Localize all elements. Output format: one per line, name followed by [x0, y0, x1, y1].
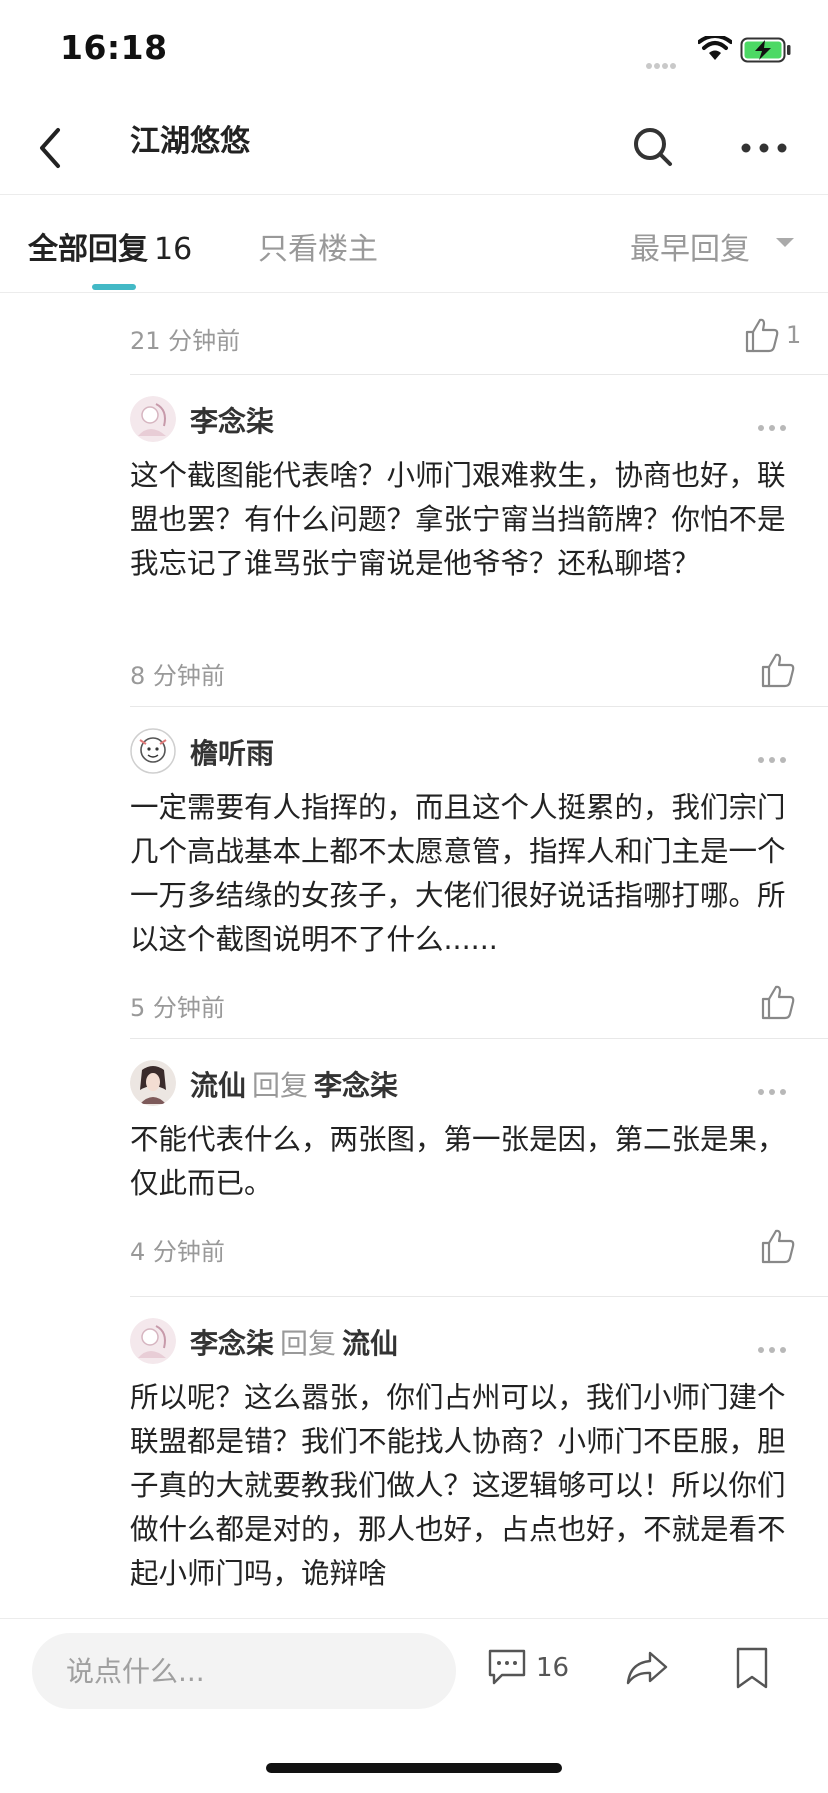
tab-owner-only[interactable]: 只看楼主 [258, 224, 378, 268]
comment-author[interactable]: 流仙 [190, 1069, 246, 1102]
nav-bar: 江湖悠悠 [0, 100, 828, 194]
comment-header: 李念柒 [190, 400, 274, 440]
comment-bubble-icon [488, 1649, 526, 1685]
comment-item: 檐听雨 一定需要有人指挥的，而且这个人挺累的，我们宗门几个高战基本上都不太愿意管… [130, 728, 828, 1028]
thumbs-up-icon[interactable] [742, 315, 782, 355]
tab-all-replies[interactable]: 全部回复 16 [28, 224, 192, 268]
comment-header: 檐听雨 [190, 732, 274, 772]
like-count: 1 [786, 321, 802, 349]
more-options-icon[interactable] [736, 122, 792, 172]
reply-label: 回复 [280, 1327, 337, 1360]
tab-all-replies-count: 16 [154, 232, 193, 267]
cellular-signal-icon [646, 54, 686, 69]
comment-input[interactable] [32, 1633, 456, 1709]
avatar[interactable] [130, 728, 176, 774]
thumbs-up-icon[interactable] [758, 982, 798, 1022]
page-title: 江湖悠悠 [130, 124, 250, 159]
reply-target[interactable]: 李念柒 [314, 1069, 398, 1102]
comment-author[interactable]: 李念柒 [190, 1327, 274, 1360]
wifi-icon [698, 36, 732, 60]
comment-time: 21 分钟前 [130, 327, 241, 355]
sort-dropdown[interactable]: 最早回复 [630, 224, 750, 268]
comment-list[interactable]: 21 分钟前 1 李念柒 这个截图能代表啥？小师门艰难救生，协商也好，联盟也罢？… [0, 293, 828, 1618]
divider [130, 706, 828, 707]
chevron-down-icon[interactable] [776, 238, 794, 247]
more-options-icon[interactable] [758, 1080, 794, 1095]
active-tab-indicator [92, 284, 136, 290]
comment-text: 所以呢？这么嚣张，你们占州可以，我们小师门建个联盟都是错？我们不能找人协商？小师… [130, 1381, 786, 1590]
avatar[interactable] [130, 1060, 176, 1106]
tab-all-replies-label: 全部回复 [28, 232, 148, 267]
home-indicator [266, 1763, 562, 1773]
comment-item: 李念柒 回复 流仙 所以呢？这么嚣张，你们占州可以，我们小师门建个联盟都是错？我们不… [130, 1318, 828, 1618]
bookmark-icon[interactable] [730, 1643, 774, 1693]
more-options-icon[interactable] [758, 748, 794, 763]
avatar[interactable] [130, 396, 176, 442]
more-options-icon[interactable] [758, 416, 794, 431]
comments-button[interactable]: 16 [486, 1645, 576, 1695]
comment-author[interactable]: 檐听雨 [190, 737, 274, 770]
divider [0, 194, 828, 195]
status-bar: 16:18 [0, 0, 828, 100]
comment-item: 流仙 回复 李念柒 不能代表什么，两张图，第一张是因，第二张是果，仅此而已。 4 分… [130, 1060, 828, 1300]
comment-time: 5 分钟前 [130, 994, 225, 1022]
comment-text: 这个截图能代表啥？小师门艰难救生，协商也好，联盟也罢？有什么问题？拿张宁甯当挡箭… [130, 459, 786, 580]
share-icon[interactable] [622, 1643, 672, 1693]
comments-count: 16 [536, 1653, 570, 1683]
divider [130, 1038, 828, 1039]
comment-time: 8 分钟前 [130, 662, 225, 690]
comment-time: 4 分钟前 [130, 1238, 225, 1266]
avatar[interactable] [130, 1318, 176, 1364]
comment-author[interactable]: 李念柒 [190, 405, 274, 438]
comment-text: 一定需要有人指挥的，而且这个人挺累的，我们宗门几个高战基本上都不太愿意管，指挥人… [130, 791, 786, 956]
thumbs-up-icon[interactable] [758, 1226, 798, 1266]
thumbs-up-icon[interactable] [758, 650, 798, 690]
more-options-icon[interactable] [758, 1338, 794, 1353]
comment-header: 李念柒 回复 流仙 [190, 1322, 398, 1362]
reply-tabs: 全部回复 16 只看楼主 最早回复 [0, 196, 828, 292]
search-icon[interactable] [628, 122, 678, 172]
battery-charging-icon [740, 37, 791, 63]
divider [130, 1296, 828, 1297]
status-time: 16:18 [60, 28, 168, 67]
back-button[interactable] [28, 118, 78, 178]
reply-target[interactable]: 流仙 [342, 1327, 398, 1360]
reply-label: 回复 [252, 1069, 309, 1102]
bottom-bar: 16 [0, 1618, 828, 1793]
comment-item: 李念柒 这个截图能代表啥？小师门艰难救生，协商也好，联盟也罢？有什么问题？拿张宁… [130, 396, 828, 690]
divider [130, 374, 828, 375]
comment-header: 流仙 回复 李念柒 [190, 1064, 398, 1104]
comment-text: 不能代表什么，两张图，第一张是因，第二张是果，仅此而已。 [130, 1123, 786, 1200]
